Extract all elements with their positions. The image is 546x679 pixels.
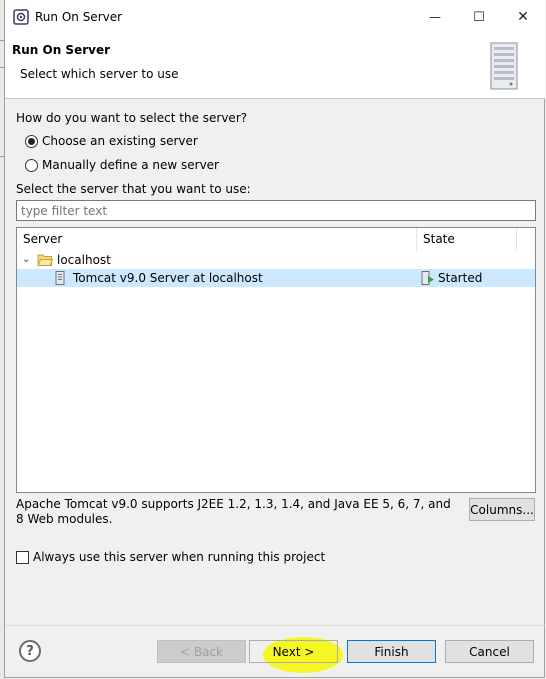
server-tower-icon	[490, 42, 518, 90]
eclipse-server-icon	[13, 9, 29, 25]
column-header-server[interactable]: Server	[17, 228, 417, 251]
run-on-server-dialog: Run On Server — ☐ ✕ Run On Server Select…	[4, 0, 545, 678]
folder-open-icon	[37, 254, 53, 266]
maximize-button[interactable]: ☐	[457, 0, 501, 34]
maximize-icon: ☐	[473, 9, 485, 25]
dialog-header: Run On Server Select which server to use	[5, 34, 545, 99]
back-button[interactable]: < Back	[157, 640, 246, 663]
server-icon	[55, 271, 65, 285]
chevron-down-icon[interactable]: ⌄	[22, 251, 30, 269]
radio-button[interactable]	[25, 158, 38, 172]
always-use-checkbox-row[interactable]: Always use this server when running this…	[16, 550, 325, 564]
always-use-checkbox[interactable]	[16, 550, 29, 564]
window-title: Run On Server	[35, 10, 123, 24]
header-subtitle: Select which server to use	[20, 67, 179, 81]
server-started-icon	[421, 271, 434, 285]
help-glyph: ?	[26, 643, 34, 659]
column-header-state[interactable]: State	[417, 228, 517, 251]
radio-manual-server[interactable]: Manually define a new server	[25, 158, 219, 172]
server-list-label: Select the server that you want to use:	[16, 182, 251, 196]
server-description: Apache Tomcat v9.0 supports J2EE 1.2, 1.…	[16, 497, 451, 526]
server-state: Started	[438, 271, 483, 285]
minimize-icon: —	[429, 10, 441, 24]
server-table[interactable]: Server State ⌄ localhost Tomcat v9.0 Ser…	[16, 227, 536, 493]
footer-divider	[5, 625, 545, 626]
radio-button-checked[interactable]	[25, 134, 38, 148]
close-button[interactable]: ✕	[501, 0, 545, 34]
help-icon[interactable]: ?	[19, 640, 41, 662]
minimize-button[interactable]: —	[413, 0, 457, 34]
radio-existing-label: Choose an existing server	[42, 134, 198, 148]
table-row[interactable]: Tomcat v9.0 Server at localhost Started	[17, 269, 535, 287]
next-button[interactable]: Next >	[249, 640, 338, 663]
cancel-button[interactable]: Cancel	[445, 640, 534, 663]
close-icon: ✕	[517, 9, 529, 25]
header-title: Run On Server	[12, 43, 111, 57]
filter-input[interactable]	[16, 200, 536, 221]
title-bar: Run On Server — ☐ ✕	[5, 0, 545, 34]
server-name: Tomcat v9.0 Server at localhost	[73, 271, 263, 285]
radio-manual-label: Manually define a new server	[42, 158, 219, 172]
tree-group-localhost[interactable]: ⌄ localhost	[17, 251, 535, 269]
finish-button[interactable]: Finish	[347, 640, 436, 663]
columns-button[interactable]: Columns...	[469, 498, 535, 521]
always-use-label: Always use this server when running this…	[33, 550, 326, 564]
group-label: localhost	[57, 253, 111, 267]
selection-question: How do you want to select the server?	[16, 111, 248, 125]
radio-existing-server[interactable]: Choose an existing server	[25, 134, 198, 148]
